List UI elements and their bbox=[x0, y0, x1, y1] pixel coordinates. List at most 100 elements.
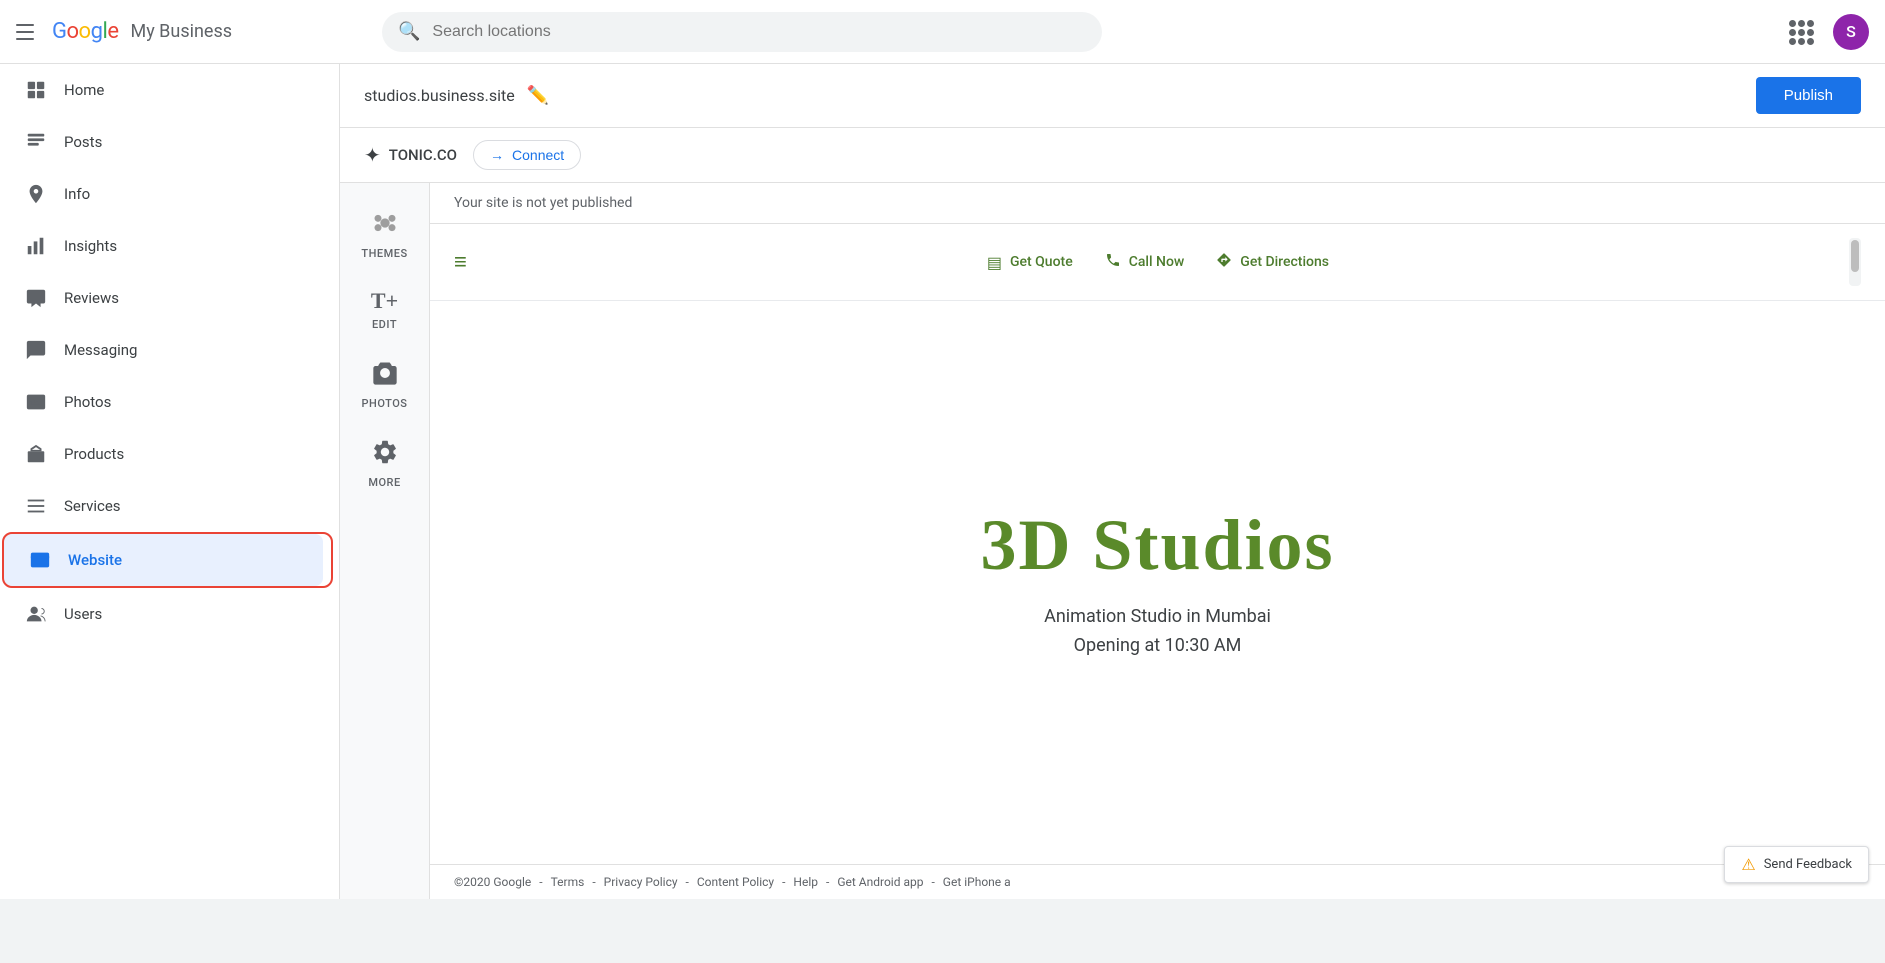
sidebar-item-posts[interactable]: Posts bbox=[0, 116, 331, 168]
users-icon bbox=[24, 602, 48, 626]
sidebar-item-label: Messaging bbox=[64, 341, 137, 359]
sidebar-item-messaging[interactable]: Messaging bbox=[0, 324, 331, 376]
sidebar-item-reviews[interactable]: Reviews bbox=[0, 272, 331, 324]
not-published-bar: Your site is not yet published bbox=[430, 183, 1885, 224]
phone-icon bbox=[1105, 252, 1121, 272]
sidebar-item-label: Products bbox=[64, 445, 124, 463]
sidebar-item-label: Reviews bbox=[64, 289, 119, 307]
info-icon bbox=[24, 182, 48, 206]
sidebar-item-label: Insights bbox=[64, 237, 117, 255]
hero-subtitle-line1: Animation Studio in Mumbai bbox=[1044, 603, 1271, 632]
themes-icon bbox=[371, 209, 399, 243]
quote-icon: ▤ bbox=[987, 253, 1002, 272]
hero-title: 3D Studios bbox=[980, 504, 1334, 587]
not-published-text: Your site is not yet published bbox=[454, 195, 632, 211]
sidebar-item-label: Photos bbox=[64, 393, 111, 411]
products-icon bbox=[24, 442, 48, 466]
send-feedback-button[interactable]: ⚠ Send Feedback bbox=[1724, 846, 1869, 883]
footer-terms[interactable]: Terms bbox=[551, 875, 585, 889]
left-tools-panel: THEMES T+ EDIT PHOTOS MORE bbox=[340, 183, 430, 899]
sidebar-item-website-wrapper: Website bbox=[4, 534, 331, 586]
search-icon: 🔍 bbox=[398, 21, 420, 42]
sidebar-item-photos[interactable]: Photos bbox=[0, 376, 331, 428]
photos-icon bbox=[24, 390, 48, 414]
footer-sep: - bbox=[539, 875, 542, 889]
website-url: studios.business.site bbox=[364, 86, 515, 105]
hero-subtitle: Animation Studio in Mumbai Opening at 10… bbox=[1044, 603, 1271, 661]
themes-label: THEMES bbox=[361, 247, 407, 260]
sidebar-item-info[interactable]: Info bbox=[0, 168, 331, 220]
site-hamburger-icon[interactable]: ≡ bbox=[454, 249, 467, 275]
services-icon bbox=[24, 494, 48, 518]
top-bar-right: S bbox=[1789, 14, 1869, 50]
footer-android-app[interactable]: Get Android app bbox=[837, 875, 923, 889]
sidebar-item-users[interactable]: Users bbox=[0, 588, 331, 640]
sidebar-item-website[interactable]: Website bbox=[4, 534, 323, 586]
edit-label: EDIT bbox=[372, 318, 397, 331]
search-bar[interactable]: 🔍 bbox=[382, 12, 1102, 52]
sidebar-item-products[interactable]: Products bbox=[0, 428, 331, 480]
preview-frame: ≡ ▤ Get Quote Call Now bbox=[430, 224, 1885, 864]
more-label: MORE bbox=[368, 476, 400, 489]
directions-icon bbox=[1216, 252, 1232, 272]
send-feedback-label: Send Feedback bbox=[1764, 857, 1852, 872]
hero-section: 3D Studios Animation Studio in Mumbai Op… bbox=[430, 301, 1885, 864]
tonic-bar: ✦ TONIC.CO → Connect bbox=[340, 128, 1885, 183]
sidebar-item-home[interactable]: Home bbox=[0, 64, 331, 116]
site-navigation: ≡ ▤ Get Quote Call Now bbox=[430, 224, 1885, 301]
search-input[interactable] bbox=[432, 23, 1086, 41]
edit-icon: T+ bbox=[371, 288, 398, 314]
footer-iphone-app[interactable]: Get iPhone a bbox=[943, 875, 1011, 889]
footer-help[interactable]: Help bbox=[793, 875, 818, 889]
top-bar-left: Google My Business bbox=[16, 19, 366, 44]
photos-tool[interactable]: PHOTOS bbox=[347, 349, 423, 420]
call-now-label: Call Now bbox=[1129, 254, 1185, 270]
sidebar-item-label: Users bbox=[64, 605, 102, 623]
camera-icon bbox=[371, 359, 399, 393]
main-layout: Home Posts Info Insights Reviews bbox=[0, 64, 1885, 899]
hero-subtitle-line2: Opening at 10:30 AM bbox=[1044, 632, 1271, 661]
preview-scrollbar[interactable] bbox=[1849, 238, 1861, 286]
get-directions-link[interactable]: Get Directions bbox=[1216, 252, 1329, 272]
get-directions-label: Get Directions bbox=[1240, 254, 1329, 270]
footer-copyright: ©2020 Google bbox=[454, 875, 531, 889]
sidebar-item-label: Website bbox=[68, 551, 122, 569]
sidebar-item-services[interactable]: Services bbox=[0, 480, 331, 532]
footer-content-policy[interactable]: Content Policy bbox=[697, 875, 774, 889]
sidebar-item-label: Services bbox=[64, 497, 121, 515]
apps-grid-icon[interactable] bbox=[1789, 20, 1813, 44]
insights-icon bbox=[24, 234, 48, 258]
home-icon bbox=[24, 78, 48, 102]
google-logo: Google bbox=[52, 19, 118, 44]
sparkle-icon: ✦ bbox=[364, 143, 381, 167]
arrow-icon: → bbox=[490, 147, 504, 163]
photos-label: PHOTOS bbox=[362, 397, 408, 410]
page-footer: ©2020 Google - Terms - Privacy Policy - … bbox=[430, 864, 1885, 899]
more-tool[interactable]: MORE bbox=[347, 428, 423, 499]
messaging-icon bbox=[24, 338, 48, 362]
website-icon bbox=[28, 548, 52, 572]
sidebar-item-insights[interactable]: Insights bbox=[0, 220, 331, 272]
connect-button[interactable]: → Connect bbox=[473, 140, 581, 170]
hamburger-menu-icon[interactable] bbox=[16, 20, 40, 44]
themes-tool[interactable]: THEMES bbox=[347, 199, 423, 270]
publish-button[interactable]: Publish bbox=[1756, 77, 1861, 114]
get-quote-link[interactable]: ▤ Get Quote bbox=[987, 253, 1073, 272]
edit-url-icon[interactable]: ✏️ bbox=[527, 85, 549, 106]
sidebar-item-label: Info bbox=[64, 185, 90, 203]
avatar[interactable]: S bbox=[1833, 14, 1869, 50]
sidebar: Home Posts Info Insights Reviews bbox=[0, 64, 340, 899]
posts-icon bbox=[24, 130, 48, 154]
site-nav-links: ▤ Get Quote Call Now bbox=[987, 252, 1329, 272]
footer-privacy[interactable]: Privacy Policy bbox=[604, 875, 678, 889]
sidebar-item-label: Home bbox=[64, 81, 104, 99]
tonic-logo: ✦ TONIC.CO bbox=[364, 143, 457, 167]
top-bar: Google My Business 🔍 S bbox=[0, 0, 1885, 64]
edit-tool[interactable]: T+ EDIT bbox=[347, 278, 423, 341]
get-quote-label: Get Quote bbox=[1010, 254, 1073, 270]
website-header: studios.business.site ✏️ Publish bbox=[340, 64, 1885, 128]
warning-icon: ⚠ bbox=[1741, 855, 1755, 874]
call-now-link[interactable]: Call Now bbox=[1105, 252, 1185, 272]
tonic-logo-text: TONIC.CO bbox=[389, 146, 457, 164]
app-name: My Business bbox=[130, 21, 232, 42]
